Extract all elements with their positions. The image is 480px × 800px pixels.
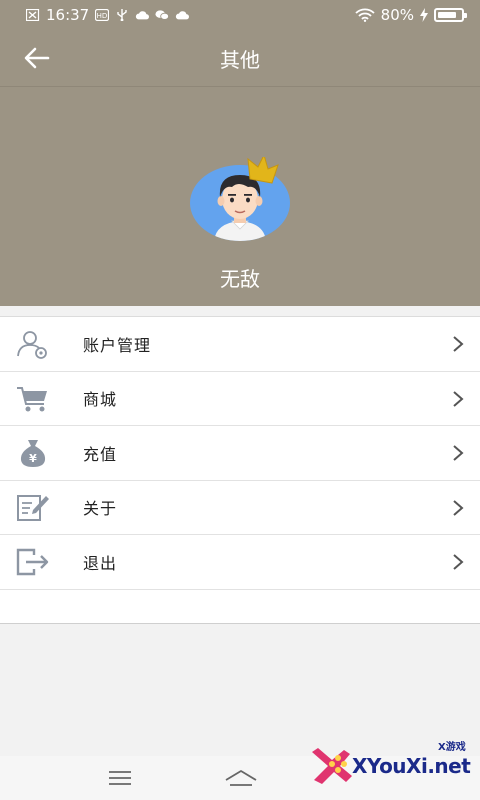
profile-header: 无敌: [0, 86, 480, 306]
status-time: 16:37: [46, 6, 90, 24]
chevron-right-icon: [453, 390, 464, 407]
edit-document-icon: [17, 494, 49, 521]
menu-item-store[interactable]: 商城: [0, 372, 480, 426]
title-bar: 其他: [0, 30, 480, 86]
hd-icon: HD: [95, 9, 110, 21]
cloud-icon: [176, 11, 190, 20]
settings-menu: 账户管理 商城 ¥ 充值 关于 退出: [0, 316, 480, 624]
money-bag-icon: ¥: [20, 440, 46, 467]
user-settings-icon: [17, 331, 47, 359]
menu-item-about[interactable]: 关于: [0, 481, 480, 535]
crowned-avatar-icon: [190, 157, 290, 241]
menu-label-store: 商城: [83, 390, 118, 410]
watermark-logo: X游戏 XYouXi.net: [300, 736, 476, 794]
menu-item-account[interactable]: 账户管理: [0, 317, 480, 372]
cloud-icon: [136, 11, 150, 20]
menu-label-about: 关于: [83, 499, 118, 519]
battery-percent: 80%: [380, 6, 414, 24]
status-bar: 16:37 HD 80%: [0, 0, 480, 30]
page-title: 其他: [220, 47, 260, 72]
menu-item-recharge[interactable]: ¥ 充值: [0, 426, 480, 481]
menu-label-recharge: 充值: [83, 444, 118, 464]
wifi-icon: [355, 8, 375, 22]
watermark-text: XYouXi.net: [352, 754, 471, 778]
chevron-right-icon: [453, 336, 464, 352]
menu-label-account: 账户管理: [83, 335, 152, 355]
xyouxi-logo-icon: [312, 748, 352, 784]
svg-text:¥: ¥: [29, 452, 37, 465]
chevron-right-icon: [453, 554, 464, 570]
arrow-left-icon[interactable]: [22, 44, 52, 72]
usb-icon: [117, 9, 127, 21]
battery-icon: [434, 8, 467, 22]
menu-item-logout[interactable]: 退出: [0, 535, 480, 590]
charging-icon: [420, 8, 428, 22]
menu-icon[interactable]: [108, 770, 132, 786]
watermark-subtitle: X游戏: [438, 742, 466, 753]
cart-icon: [17, 386, 47, 411]
avatar[interactable]: [188, 157, 292, 241]
close-notification-icon: [26, 9, 40, 21]
home-icon[interactable]: [224, 768, 258, 788]
chevron-right-icon: [453, 445, 464, 461]
username: 无敌: [220, 267, 260, 291]
menu-label-logout: 退出: [83, 553, 118, 573]
chevron-right-icon: [453, 499, 464, 516]
logout-icon: [16, 548, 49, 576]
wechat-icon: [155, 10, 170, 20]
svg-text:HD: HD: [97, 12, 108, 20]
